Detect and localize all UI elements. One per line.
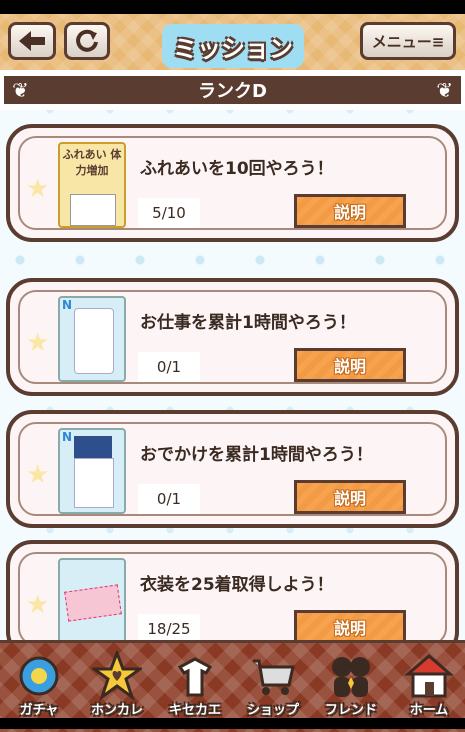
back-button[interactable]: [8, 22, 56, 60]
explain-button[interactable]: 説明: [294, 348, 406, 382]
rank-bar: ❦ ランクD ❦: [0, 70, 465, 110]
mission-thumbnail: N: [58, 428, 126, 514]
star-heart-icon: [92, 651, 142, 701]
title-plate: ミッション: [162, 24, 304, 68]
nav-label: ショップ: [246, 703, 299, 718]
nav-label: ホンカレ: [90, 703, 143, 718]
mission-title: ふれあいを10回やろう！: [140, 159, 334, 179]
reload-button[interactable]: [64, 22, 110, 60]
top-bar: [0, 0, 465, 14]
mission-title: 衣装を25着取得しよう！: [140, 575, 334, 595]
mission-title: お仕事を累計1時間やろう！: [140, 313, 356, 333]
star-decoration-icon: ★: [26, 460, 50, 490]
reload-icon: [76, 29, 98, 52]
rarity-badge: N: [62, 430, 73, 444]
house-icon: [404, 651, 454, 701]
star-decoration-icon: ★: [26, 590, 50, 620]
arrow-left-icon: [19, 31, 45, 51]
nav-label: ガチャ: [19, 703, 59, 718]
page-title: ミッション: [173, 34, 293, 63]
clothing-preview: [74, 308, 114, 374]
explain-button[interactable]: 説明: [294, 194, 406, 228]
gacha-capsule-icon: [14, 651, 64, 701]
explain-button[interactable]: 説明: [294, 480, 406, 514]
star-decoration-icon: ★: [26, 174, 50, 204]
mission-progress: 0/1: [138, 484, 200, 514]
rarity-badge: N: [62, 298, 73, 312]
clothing-preview: [70, 194, 116, 226]
friends-silhouette-icon: [326, 651, 376, 701]
mission-card: ★ N おでかけを累計1時間やろう！ 0/1 説明: [6, 410, 459, 528]
ticket-icon: [64, 584, 122, 622]
mission-thumbnail: ふれあい 体力増加: [58, 142, 126, 228]
apron-preview: [74, 458, 114, 508]
explain-button[interactable]: 説明: [294, 610, 406, 644]
rank-label: ランクD: [198, 81, 267, 102]
rank-bar-inner: ❦ ランクD ❦: [4, 76, 461, 104]
mission-progress: 0/1: [138, 352, 200, 382]
nav-label: フレンド: [324, 703, 377, 718]
flourish-right-icon: ❦: [436, 78, 453, 102]
nav-label: ホーム: [409, 703, 449, 718]
bottom-bar: [0, 718, 465, 729]
menu-button[interactable]: メニュー≡: [360, 22, 456, 60]
star-decoration-icon: ★: [26, 328, 50, 358]
mission-progress: 5/10: [138, 198, 200, 228]
clothes-hanger-icon: [170, 651, 220, 701]
shopping-cart-icon: [248, 651, 298, 701]
mission-thumbnail: N: [58, 296, 126, 382]
mission-thumbnail: [58, 558, 126, 644]
nav-label: キセカエ: [168, 703, 221, 718]
clothing-preview: [74, 436, 112, 458]
mission-card: ★ ふれあい 体力増加 ふれあいを10回やろう！ 5/10 説明: [6, 124, 459, 242]
header: ミッション メニュー≡: [0, 14, 465, 82]
mission-card: ★ N お仕事を累計1時間やろう！ 0/1 説明: [6, 278, 459, 396]
thumbnail-badge-text: ふれあい 体力増加: [62, 148, 122, 177]
mission-title: おでかけを累計1時間やろう！: [140, 445, 373, 465]
flourish-left-icon: ❦: [12, 78, 29, 102]
